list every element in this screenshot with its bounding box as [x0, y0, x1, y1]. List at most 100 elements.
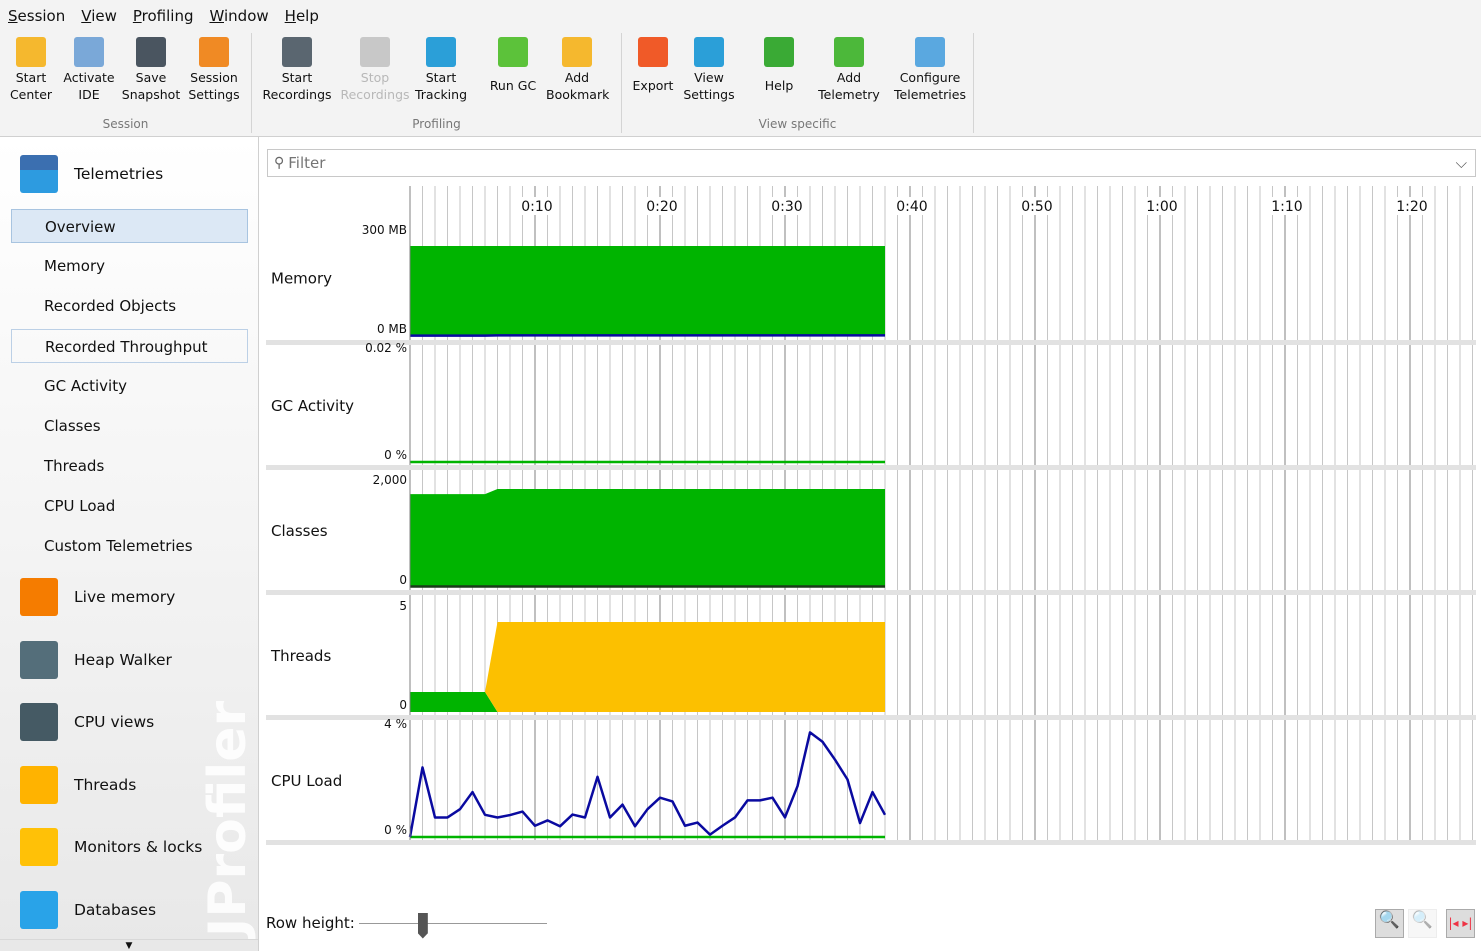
y-min-label: 0	[399, 698, 407, 712]
start-recordings-button[interactable]: Start Recordings	[262, 35, 332, 109]
menu-window[interactable]: Window	[209, 7, 268, 25]
row-height-slider[interactable]	[358, 912, 547, 939]
section-heap-walker[interactable]: Heap Walker	[20, 640, 172, 680]
run-gc-button[interactable]: Run GC	[482, 35, 544, 109]
y-max-label: 300 MB	[362, 223, 407, 237]
section-databases[interactable]: Databases	[20, 890, 156, 930]
chevron-down-icon[interactable]: ⌵	[1456, 154, 1467, 172]
series-area	[410, 489, 885, 587]
section-monitors-locks[interactable]: Monitors & locks	[20, 827, 202, 867]
section-label: Heap Walker	[74, 650, 172, 669]
fit-width-icon: |◂ ▸|	[1448, 916, 1473, 930]
zoom-in-button[interactable]: 🔍	[1375, 909, 1404, 938]
menu-profiling[interactable]: Profiling	[133, 7, 194, 25]
sidebar-item-recorded-objects[interactable]: Recorded Objects	[11, 289, 248, 323]
filter-input[interactable]	[288, 154, 1456, 172]
section-label: Telemetries	[74, 165, 164, 183]
configure-telemetries-button[interactable]: Configure Telemetries	[892, 35, 968, 109]
sidebar-item-threads[interactable]: Threads	[11, 449, 248, 483]
export-button[interactable]: Export	[622, 35, 684, 109]
start-center-icon	[16, 37, 46, 67]
help-button[interactable]: Help	[748, 35, 810, 109]
sidebar-item-overview[interactable]: Overview	[11, 209, 248, 243]
row-separator	[266, 340, 1476, 345]
start-center-button[interactable]: Start Center	[0, 35, 62, 109]
add-telemetry-icon	[834, 37, 864, 67]
session-settings-icon	[199, 37, 229, 67]
row-separator	[266, 590, 1476, 595]
section-live-memory[interactable]: Live memory	[20, 577, 175, 617]
slider-thumb[interactable]	[417, 912, 428, 939]
stop-recordings-icon	[360, 37, 390, 67]
button-label: Run GC	[489, 78, 537, 93]
section-label: Live memory	[74, 588, 176, 606]
live-memory-icon	[20, 578, 58, 616]
help-icon	[764, 37, 794, 67]
y-max-label: 0.02 %	[365, 341, 407, 355]
menu-view[interactable]: View	[81, 7, 117, 25]
add-telemetry-button[interactable]: Add Telemetry	[818, 35, 880, 109]
sidebar-item-memory[interactable]: Memory	[11, 249, 248, 283]
y-max-label: 2,000	[373, 473, 407, 487]
start-tracking-icon	[426, 37, 456, 67]
y-max-label: 4 %	[384, 717, 407, 731]
row-label: GC Activity	[271, 397, 354, 415]
fit-width-button[interactable]: |◂ ▸|	[1446, 909, 1475, 938]
row-label: Classes	[271, 522, 328, 540]
monitors-locks-icon	[20, 828, 58, 866]
button-label: Activate IDE	[63, 70, 115, 102]
row-height-label: Row height:	[266, 913, 355, 932]
time-tick-label: 1:00	[1146, 199, 1177, 215]
toolbar: Session Profiling View specific Start Ce…	[0, 31, 1481, 137]
telemetry-overview-chart[interactable]: 0:10 0:20 0:30 0:40 0:50 1:00 1:10 1:20 Memory 30…	[266, 184, 1481, 846]
start-tracking-button[interactable]: Start Tracking	[410, 35, 472, 109]
search-icon: ⚲	[274, 155, 285, 171]
sidebar-item-recorded-throughput[interactable]: Recorded Throughput	[11, 329, 248, 363]
section-label: Monitors & locks	[74, 838, 203, 856]
y-max-label: 5	[399, 599, 407, 613]
menu-help[interactable]: Help	[285, 7, 319, 25]
databases-icon	[20, 890, 58, 929]
stop-recordings-button[interactable]: Stop Recordings	[340, 35, 410, 109]
filter-field[interactable]: ⚲ ⌵	[267, 149, 1476, 177]
group-label: Session	[102, 117, 149, 131]
section-telemetries[interactable]: Telemetries	[20, 154, 163, 194]
menu-session[interactable]: Session	[8, 7, 65, 25]
save-snapshot-button[interactable]: Save Snapshot	[120, 35, 182, 109]
row-label: Memory	[271, 270, 332, 288]
zoom-out-button[interactable]: 🔍	[1408, 909, 1437, 938]
jprofiler-watermark: JProfiler	[198, 700, 258, 937]
heap-walker-icon	[20, 640, 58, 679]
view-settings-button[interactable]: View Settings	[678, 35, 740, 109]
button-label: Stop Recordings	[340, 70, 410, 102]
time-tick-label: 0:40	[896, 199, 927, 215]
button-label: Configure Telemetries	[894, 70, 966, 102]
section-label: Threads	[74, 775, 137, 794]
sidebar-item-custom-telemetries[interactable]: Custom Telemetries	[11, 529, 248, 563]
row-separator	[266, 840, 1476, 845]
button-label: Save Snapshot	[121, 70, 181, 102]
export-icon	[638, 37, 668, 67]
sidebar-item-classes[interactable]: Classes	[11, 409, 248, 443]
add-bookmark-button[interactable]: Add Bookmark	[546, 35, 610, 109]
group-label: View specific	[758, 117, 837, 131]
activate-ide-button[interactable]: Activate IDE	[58, 35, 120, 109]
session-settings-button[interactable]: Session Settings	[183, 35, 245, 109]
time-tick-label: 1:10	[1271, 199, 1302, 215]
scroll-down-arrow-icon[interactable]: ▼	[0, 939, 258, 951]
activate-ide-icon	[74, 37, 104, 67]
add-bookmark-icon	[562, 37, 592, 67]
zoom-in-icon: 🔍	[1378, 910, 1401, 930]
menu-bar: Session View Profiling Window Help	[0, 0, 1481, 31]
button-label: Session Settings	[188, 70, 240, 102]
y-min-label: 0 %	[384, 823, 407, 837]
sidebar-item-cpu-load[interactable]: CPU Load	[11, 489, 248, 523]
sidebar-item-gc-activity[interactable]: GC Activity	[11, 369, 248, 403]
section-cpu-views[interactable]: CPU views	[20, 702, 154, 742]
section-threads[interactable]: Threads	[20, 765, 136, 805]
row-height-control: Row height:	[266, 905, 547, 940]
y-min-label: 0	[399, 573, 407, 587]
button-label: View Settings	[683, 70, 735, 102]
button-label: Add Bookmark	[546, 70, 610, 102]
sidebar: Telemetries Overview Memory Recorded Objec…	[0, 137, 259, 951]
